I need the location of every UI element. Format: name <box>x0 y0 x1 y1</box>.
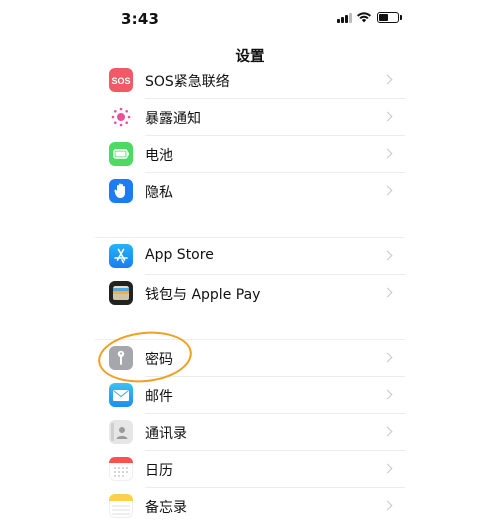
notes-icon <box>109 494 133 518</box>
contacts-icon <box>109 420 133 444</box>
svg-text:SOS: SOS <box>111 76 130 86</box>
chevron-right-icon <box>382 250 393 261</box>
settings-row-mail[interactable]: 邮件 <box>95 377 405 414</box>
settings-row-wallet[interactable]: 钱包与 Apple Pay <box>95 275 405 312</box>
sos-icon: SOS <box>109 68 133 92</box>
settings-row-notes[interactable]: 备忘录 <box>95 488 405 525</box>
settings-row-label: 日历 <box>145 463 173 479</box>
settings-row-label: App Store <box>145 247 214 263</box>
settings-row-label: SOS紧急联络 <box>145 74 230 90</box>
settings-row-battery[interactable]: 电池 <box>95 136 405 173</box>
battery-icon <box>109 142 133 166</box>
privacy-hand-icon <box>109 179 133 203</box>
cellular-signal-icon <box>337 12 353 23</box>
settings-group-2: App Store 钱包与 Apple Pay <box>95 238 405 312</box>
calendar-icon <box>109 457 133 481</box>
chevron-right-icon <box>382 352 393 363</box>
settings-row-label: 邮件 <box>145 389 173 405</box>
chevron-right-icon <box>382 185 393 196</box>
settings-group-1: SOS SOS紧急联络 暴露通知 电池 隐私 <box>95 62 405 210</box>
chevron-right-icon <box>382 463 393 474</box>
app-store-icon <box>109 244 133 268</box>
settings-row-label: 电池 <box>145 148 173 164</box>
chevron-right-icon <box>382 148 393 159</box>
settings-row-label: 隐私 <box>145 185 173 201</box>
settings-row-app-store[interactable]: App Store <box>95 238 405 275</box>
settings-row-label: 通讯录 <box>145 426 187 442</box>
status-bar: 3:43 <box>0 0 500 40</box>
mail-icon <box>109 383 133 407</box>
chevron-right-icon <box>382 389 393 400</box>
settings-row-exposure[interactable]: 暴露通知 <box>95 99 405 136</box>
settings-row-sos[interactable]: SOS SOS紧急联络 <box>95 62 405 99</box>
chevron-right-icon <box>382 287 393 298</box>
settings-row-label: 钱包与 Apple Pay <box>145 287 261 303</box>
chevron-right-icon <box>382 111 393 122</box>
chevron-right-icon <box>382 426 393 437</box>
settings-row-label: 备忘录 <box>145 500 187 516</box>
settings-row-label: 暴露通知 <box>145 111 201 127</box>
settings-row-privacy[interactable]: 隐私 <box>95 173 405 210</box>
exposure-notification-icon <box>109 105 133 129</box>
status-time: 3:43 <box>121 10 160 28</box>
chevron-right-icon <box>382 500 393 511</box>
settings-row-calendar[interactable]: 日历 <box>95 451 405 488</box>
wifi-icon <box>357 12 371 23</box>
chevron-right-icon <box>382 74 393 85</box>
settings-row-contacts[interactable]: 通讯录 <box>95 414 405 451</box>
wallet-icon <box>109 281 133 305</box>
battery-status-icon <box>377 12 399 23</box>
